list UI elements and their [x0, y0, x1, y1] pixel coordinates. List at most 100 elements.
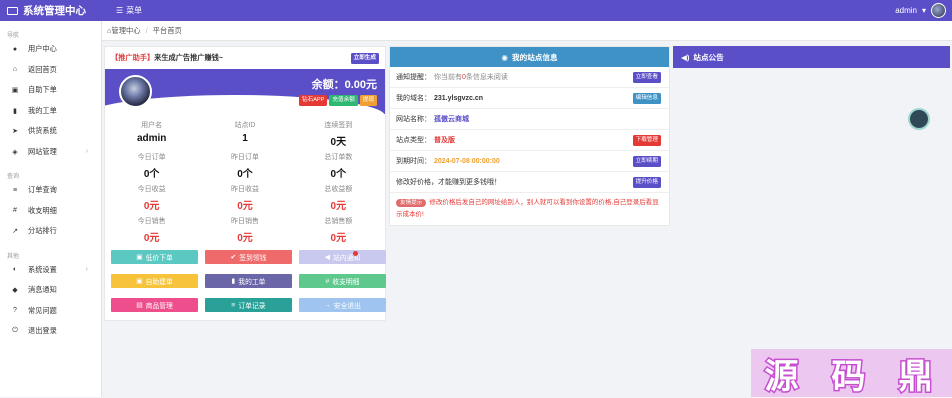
- action-button[interactable]: ▣ 低价下单: [111, 250, 198, 264]
- sidebar-item[interactable]: ◈ 网站管理 ›: [0, 142, 101, 163]
- breadcrumb-home[interactable]: ⌂管理中心: [107, 26, 141, 36]
- withdraw-button[interactable]: 提现: [359, 95, 377, 106]
- stat-label: 用户名: [141, 122, 163, 129]
- home-icon: ⌂: [12, 66, 18, 74]
- breadcrumb: ⌂管理中心 / 平台首页: [102, 21, 952, 41]
- sidebar-item-label: 用户中心: [28, 44, 57, 54]
- sidebar-item-label: 常见问题: [28, 305, 57, 315]
- hash-icon: #: [13, 207, 17, 215]
- user-panel: 【推广助手】来生成广告推广赚钱~ 立即生成 余额：0.00元 钻石APP 充值余…: [104, 46, 386, 321]
- sidebar-item[interactable]: ⌂ 返回首页: [0, 60, 101, 81]
- action-button[interactable]: ▤ 商品管理: [111, 298, 198, 312]
- volume-icon: ◀): [681, 52, 690, 62]
- sidebar-group-label: 导航: [7, 33, 20, 39]
- sidebar-item[interactable]: ◆ 消息通知: [0, 280, 101, 301]
- sidebar-item-label: 我的工单: [28, 105, 57, 115]
- sidebar-item-label: 网站管理: [28, 146, 57, 156]
- sidebar-item[interactable]: ➤ 供货系统: [0, 121, 101, 142]
- action-button[interactable]: # 收支明细: [299, 274, 386, 288]
- sidebar-item[interactable]: ◐ 系统设置 ›: [0, 260, 101, 281]
- bookmark-icon: ▮: [231, 278, 236, 285]
- sidebar-group-label: 其他: [7, 253, 20, 260]
- gear-icon: ◐: [12, 266, 18, 274]
- monitor-icon: [7, 6, 18, 15]
- stat-label: 今日订单: [137, 154, 166, 161]
- sidebar-item[interactable]: ? 常见问题: [0, 301, 101, 322]
- stat-value: 0个: [330, 169, 347, 180]
- globe-icon: ◉: [501, 52, 509, 62]
- sidebar-item[interactable]: ≡ 订单查询: [0, 180, 101, 201]
- stat-value: admin: [136, 133, 167, 144]
- sidebar-item-label: 消息通知: [28, 285, 57, 295]
- generate-button[interactable]: 立即生成: [350, 52, 379, 64]
- question-icon: ?: [13, 307, 17, 315]
- sidebar-item[interactable]: ● 用户中心: [0, 39, 101, 60]
- stat-label: 总订单数: [324, 154, 353, 161]
- stat-cell: 总销售额 0元: [292, 214, 385, 246]
- stat-cell: 总收益额 0元: [292, 182, 385, 214]
- action-button[interactable]: ▮ 我的工单: [205, 274, 292, 288]
- user-icon: ●: [12, 45, 18, 53]
- view-messages-button[interactable]: 立即查看: [632, 71, 661, 83]
- site-info-header: ◉ 我的站点信息: [390, 47, 669, 67]
- list-icon: ≡: [12, 186, 18, 194]
- notice-row: 通知提醒： 你当前有0条信息未阅读 立即查看: [390, 67, 669, 88]
- menu-toggle-button[interactable]: ☰ 菜单: [116, 5, 142, 16]
- menu-icon: ☰: [116, 6, 124, 15]
- action-label: 收支明细: [332, 279, 360, 286]
- sidebar-item[interactable]: ▣ 自助下单: [0, 80, 101, 101]
- type-row: 站点类型： 普及版 下载管理: [390, 130, 669, 151]
- cart-icon: ▣: [136, 254, 143, 261]
- action-label: 订单记录: [238, 303, 266, 310]
- app-button[interactable]: 钻石APP: [299, 95, 328, 106]
- balance: 余额：0.00元: [311, 79, 377, 91]
- stat-cell: 今日收益 0元: [105, 182, 198, 214]
- tip-note: 友情提示 修改价格后发自己的网址给别人，别人就可以看到你设置的价格,自己登录后看显…: [396, 199, 659, 218]
- action-label: 商品管理: [145, 303, 173, 310]
- sidebar-item[interactable]: ↗ 分站排行: [0, 221, 101, 242]
- sidebar-item-label: 分站排行: [28, 226, 57, 236]
- action-label: 自助建单: [145, 279, 173, 286]
- action-button[interactable]: ✔ 签到领钱: [205, 250, 292, 264]
- user-menu[interactable]: admin ▾: [895, 3, 952, 18]
- list-icon: ≡: [231, 301, 236, 309]
- stat-cell: 用户名 admin: [105, 118, 198, 150]
- edit-info-button[interactable]: 编辑信息: [632, 92, 661, 104]
- username: admin: [895, 6, 917, 15]
- stat-label: 连续签到: [324, 122, 353, 129]
- box-icon: ▤: [136, 302, 143, 309]
- sidebar: 导航 ● 用户中心 ⌂ 返回首页 ▣ 自助下单 ▮ 我的工单 ➤ 供货系统 ◈ 网站管理 › 查询 ≡ 订单查询…: [0, 21, 102, 397]
- recharge-button[interactable]: 充值余额: [329, 95, 358, 106]
- stat-cell: 连续签到 0天: [292, 118, 385, 150]
- sidebar-item[interactable]: # 收支明细: [0, 201, 101, 222]
- sidebar-item[interactable]: ▮ 我的工单: [0, 101, 101, 122]
- action-button[interactable]: → 安全退出: [299, 298, 386, 312]
- action-button[interactable]: ▣ 自助建单: [111, 274, 198, 288]
- megaphone-icon: ◀: [324, 254, 331, 261]
- action-label: 低价下单: [145, 255, 173, 262]
- stat-cell: 站点ID 1: [198, 118, 291, 150]
- stat-label: 昨日收益: [230, 186, 259, 193]
- sidebar-item-label: 订单查询: [28, 185, 57, 195]
- stat-value: 0个: [143, 169, 160, 180]
- stat-cell: 今日订单 0个: [105, 150, 198, 182]
- raise-price-button[interactable]: 提升价格: [632, 176, 661, 188]
- action-button[interactable]: ≡ 订单记录: [205, 298, 292, 312]
- app-brand[interactable]: 系统管理中心: [0, 3, 102, 18]
- breadcrumb-separator: /: [145, 26, 148, 35]
- stat-value: 0元: [143, 201, 160, 212]
- download-manage-button[interactable]: 下载管理: [632, 134, 661, 146]
- cart-icon: ▣: [136, 278, 143, 285]
- stat-value: 0元: [330, 233, 347, 244]
- cube-icon: ◈: [12, 148, 18, 156]
- exit-icon: →: [324, 301, 331, 309]
- sidebar-item[interactable]: ⏻ 退出登录: [0, 321, 101, 342]
- user-avatar[interactable]: [119, 75, 152, 108]
- chevron-right-icon: ›: [85, 148, 88, 156]
- stat-label: 今日销售: [137, 218, 166, 225]
- action-button[interactable]: ◀ 站内通知: [299, 250, 386, 264]
- renew-button[interactable]: 立即续期: [632, 155, 661, 167]
- stat-cell: 今日销售 0元: [105, 214, 198, 246]
- mascot-icon[interactable]: [908, 108, 930, 130]
- promo-tag: 【推广助手】: [111, 53, 155, 62]
